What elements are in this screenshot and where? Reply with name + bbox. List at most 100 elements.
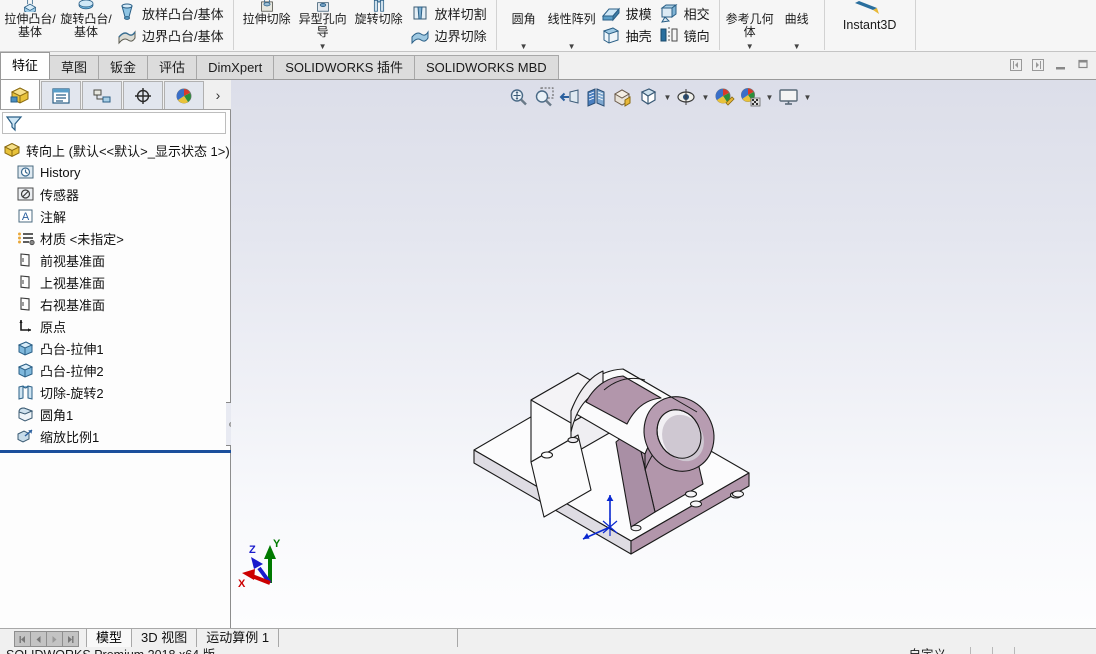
tree-item-right-plane[interactable]: 右视基准面 bbox=[0, 293, 230, 315]
ribbon-group-boss: 拉伸凸台/基体 旋转凸台/基体 放样凸台/基体 边界凸台/基体 bbox=[0, 0, 230, 51]
boss-small-column: 放样凸台/基体 边界凸台/基体 bbox=[114, 0, 228, 51]
reference-geometry-caret-icon[interactable]: ▼ bbox=[725, 43, 775, 51]
property-manager-tab[interactable] bbox=[41, 81, 81, 109]
bottom-tab-motion-study[interactable]: 运动算例 1 bbox=[196, 629, 280, 648]
feature-tree-filter-input[interactable] bbox=[23, 116, 213, 130]
tree-item-top-plane[interactable]: 上视基准面 bbox=[0, 271, 230, 293]
curves-button[interactable]: 曲线 ▼ bbox=[775, 0, 819, 51]
tree-item-history[interactable]: History bbox=[0, 161, 230, 183]
nav-first-button[interactable] bbox=[14, 631, 31, 647]
configuration-manager-tab[interactable] bbox=[82, 81, 122, 109]
boss-extrude-icon bbox=[16, 339, 36, 357]
fillet-label: 圆角 bbox=[511, 12, 536, 26]
ribbon-group-instant3d: Instant3D bbox=[828, 0, 912, 51]
tree-item-label: 上视基准面 bbox=[40, 275, 106, 291]
intersect-button[interactable]: 相交 bbox=[656, 2, 714, 24]
extrude-boss-button[interactable]: 拉伸凸台/基体 bbox=[2, 0, 58, 51]
fillet-caret-icon[interactable]: ▼ bbox=[502, 43, 546, 51]
tree-item-front-plane[interactable]: 前视基准面 bbox=[0, 249, 230, 271]
feature-manager-more-button[interactable]: › bbox=[205, 81, 231, 109]
fillet-button[interactable]: 圆角 ▼ bbox=[502, 0, 546, 51]
mirror-button[interactable]: 镜向 bbox=[656, 24, 714, 46]
tab-solidworks-mbd[interactable]: SOLIDWORKS MBD bbox=[414, 55, 559, 79]
loft-boss-icon bbox=[116, 3, 138, 23]
x-axis-icon: X bbox=[238, 569, 271, 590]
tab-dimxpert[interactable]: DimXpert bbox=[196, 55, 275, 79]
status-bar: SOLIDWORKS Premium 2018 x64 版 自定义 bbox=[0, 647, 1096, 654]
tree-item-part-root[interactable]: 转向上 (默认<<默认>_显示状态 1>) bbox=[0, 139, 230, 161]
nav-last-button[interactable] bbox=[62, 631, 79, 647]
tab-features[interactable]: 特征 bbox=[0, 52, 51, 79]
reference-geometry-button[interactable]: 参考几何体 ▼ bbox=[725, 0, 775, 51]
linear-pattern-caret-icon[interactable]: ▼ bbox=[546, 43, 598, 51]
tab-sheetmetal[interactable]: 钣金 bbox=[98, 55, 149, 79]
display-manager-tab[interactable] bbox=[164, 81, 204, 109]
shell-button[interactable]: 抽壳 bbox=[598, 24, 656, 46]
tree-item-boss-extrude-2[interactable]: 凸台-拉伸2 bbox=[0, 359, 230, 381]
revolve-boss-button[interactable]: 旋转凸台/基体 bbox=[58, 0, 114, 51]
tree-item-cut-revolve-2[interactable]: 切除-旋转2 bbox=[0, 381, 230, 403]
tree-item-boss-extrude-1[interactable]: 凸台-拉伸1 bbox=[0, 337, 230, 359]
feature-manager-tab[interactable] bbox=[0, 79, 40, 109]
tree-item-annotations[interactable]: A 注解 bbox=[0, 205, 230, 227]
feature-tree-filter[interactable] bbox=[2, 112, 226, 134]
rollback-bar[interactable] bbox=[0, 450, 231, 453]
annotations-icon: A bbox=[16, 207, 36, 225]
restore-icon[interactable] bbox=[1075, 58, 1090, 72]
tab-sketch[interactable]: 草图 bbox=[49, 55, 100, 79]
hole-wizard-button[interactable]: 异型孔向导 ▼ bbox=[295, 0, 351, 51]
tree-item-fillet-1[interactable]: 圆角1 bbox=[0, 403, 230, 425]
minimize-icon[interactable] bbox=[1053, 58, 1068, 72]
graphics-area[interactable]: ▼ ▼ ▼ ▼ Y Z X bbox=[231, 80, 1096, 628]
collapse-left-icon[interactable] bbox=[1009, 58, 1024, 72]
curves-caret-icon[interactable]: ▼ bbox=[775, 43, 819, 51]
boundary-boss-button[interactable]: 边界凸台/基体 bbox=[114, 24, 228, 46]
tree-item-material[interactable]: 材质 <未指定> bbox=[0, 227, 230, 249]
shell-label: 抽壳 bbox=[625, 28, 652, 44]
svg-text:X: X bbox=[238, 578, 246, 590]
collapse-right-icon[interactable] bbox=[1031, 58, 1046, 72]
window-controls bbox=[1009, 51, 1096, 79]
nav-prev-button[interactable] bbox=[30, 631, 47, 647]
loft-cut-button[interactable]: 放样切割 bbox=[407, 2, 491, 24]
instant3d-icon bbox=[853, 0, 887, 16]
hole-wizard-icon bbox=[310, 0, 336, 12]
bottom-tab-model[interactable]: 模型 bbox=[86, 629, 133, 648]
solidworks-window: 拉伸凸台/基体 旋转凸台/基体 放样凸台/基体 边界凸台/基体 拉伸切除 异型孔… bbox=[0, 0, 1096, 654]
document-tabs-filler bbox=[278, 629, 459, 648]
nav-next-button[interactable] bbox=[46, 631, 63, 647]
loft-cut-icon bbox=[409, 3, 431, 23]
origin-icon bbox=[16, 317, 36, 335]
tree-item-label: 原点 bbox=[40, 319, 67, 335]
ribbon-toolbar: 拉伸凸台/基体 旋转凸台/基体 放样凸台/基体 边界凸台/基体 拉伸切除 异型孔… bbox=[0, 0, 1096, 52]
revolve-cut-button[interactable]: 旋转切除 bbox=[351, 0, 407, 51]
part-model-3d[interactable] bbox=[231, 80, 1096, 628]
linear-pattern-button[interactable]: 线性阵列 ▼ bbox=[546, 0, 598, 51]
scale-icon bbox=[16, 427, 36, 445]
boundary-cut-button[interactable]: 边界切除 bbox=[407, 24, 491, 46]
tree-item-scale-1[interactable]: 缩放比例1 bbox=[0, 425, 230, 447]
ribbon-separator bbox=[718, 0, 720, 50]
intersect-icon bbox=[658, 3, 680, 23]
extrude-boss-icon bbox=[17, 0, 43, 15]
intersect-label: 相交 bbox=[683, 6, 710, 22]
revolve-cut-label: 旋转切除 bbox=[354, 12, 403, 26]
tree-item-label: 传感器 bbox=[40, 187, 80, 203]
tree-item-label: 材质 <未指定> bbox=[40, 231, 124, 247]
part-icon bbox=[2, 141, 22, 159]
boss-extrude-icon bbox=[16, 361, 36, 379]
extrude-cut-button[interactable]: 拉伸切除 bbox=[239, 0, 295, 51]
feature-tree: 转向上 (默认<<默认>_显示状态 1>) History 传感器 A 注解 材… bbox=[0, 134, 231, 453]
hole-wizard-caret-icon[interactable]: ▼ bbox=[295, 43, 351, 51]
ribbon-separator bbox=[232, 0, 234, 50]
tab-evaluate[interactable]: 评估 bbox=[147, 55, 198, 79]
loft-boss-button[interactable]: 放样凸台/基体 bbox=[114, 2, 228, 24]
bottom-tab-3dviews[interactable]: 3D 视图 bbox=[131, 629, 198, 648]
tree-item-label: History bbox=[40, 164, 81, 180]
instant3d-button[interactable]: Instant3D bbox=[830, 0, 910, 51]
tree-item-sensors[interactable]: 传感器 bbox=[0, 183, 230, 205]
tree-item-origin[interactable]: 原点 bbox=[0, 315, 230, 337]
tab-solidworks-addins[interactable]: SOLIDWORKS 插件 bbox=[273, 55, 415, 79]
draft-button[interactable]: 拔模 bbox=[598, 2, 656, 24]
dimxpert-manager-tab[interactable] bbox=[123, 81, 163, 109]
